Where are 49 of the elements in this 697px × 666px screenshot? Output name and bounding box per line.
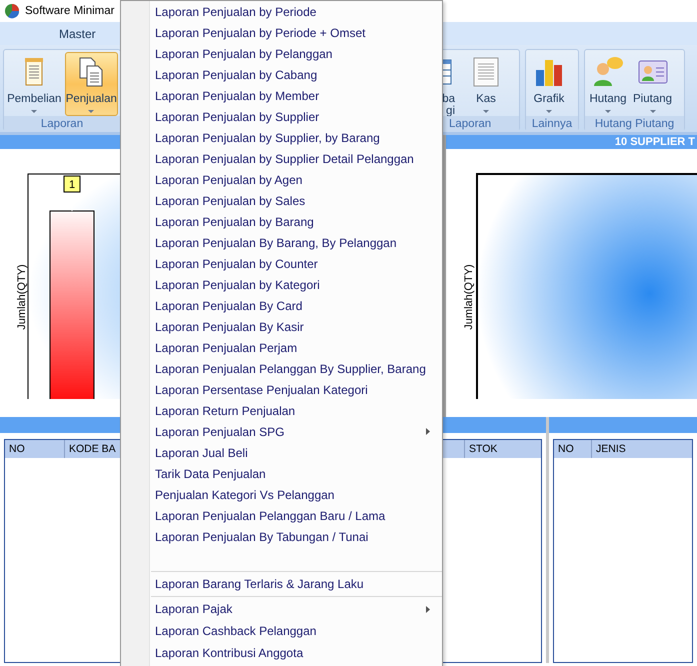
menu-item[interactable]: Laporan Penjualan by Kategori: [121, 274, 442, 295]
group-label: Laporan: [4, 116, 120, 132]
column-header[interactable]: STOK: [465, 440, 541, 458]
menu-item[interactable]: Laporan Penjualan by Periode + Omset: [121, 22, 442, 43]
group-label: Lainnya: [526, 116, 578, 132]
menu-item[interactable]: Laporan Jual Beli: [121, 442, 442, 463]
menu-item[interactable]: Laporan Penjualan by Agen: [121, 169, 442, 190]
ribbon-tab[interactable]: Master: [57, 26, 98, 40]
pie-chart-icon: [4, 3, 20, 19]
data-label: 1: [64, 176, 80, 192]
menu-item[interactable]: Laporan Cashback Pelanggan: [121, 620, 442, 642]
column-header[interactable]: NO: [554, 440, 592, 458]
menu-item[interactable]: Laporan Penjualan SPG: [121, 421, 442, 442]
menu-item[interactable]: Laporan Penjualan By Card: [121, 295, 442, 316]
menu-item[interactable]: Laporan Penjualan Perjam: [121, 337, 442, 358]
column-header[interactable]: JENIS: [592, 440, 692, 458]
menu-item[interactable]: Tarik Data Penjualan: [121, 463, 442, 484]
menu-item[interactable]: Laporan Penjualan by Member: [121, 85, 442, 106]
panel-title: 10 SUPPLIER T: [614, 136, 695, 148]
person-chat-icon: [592, 56, 624, 88]
menu-item[interactable]: Laporan Penjualan Pelanggan Baru / Lama: [121, 505, 442, 526]
menu-item[interactable]: Laporan Penjualan By Kasir: [121, 316, 442, 337]
ribbon-button[interactable]: Piutang: [631, 52, 674, 116]
menu-item[interactable]: Laporan Penjualan by Cabang: [121, 64, 442, 85]
menu-item[interactable]: Laporan Return Penjualan: [121, 400, 442, 421]
menu-item[interactable]: Laporan Pajak: [121, 598, 442, 620]
menu-item[interactable]: Laporan Penjualan by Pelanggan: [121, 43, 442, 64]
menu-item[interactable]: Laporan Penjualan by Sales: [121, 190, 442, 211]
menu-item[interactable]: Laporan Kontribusi Anggota: [121, 642, 442, 664]
menu-item[interactable]: Laporan Penjualan Pelanggan By Supplier, Barang: [121, 358, 442, 379]
menu-item[interactable]: Laporan Barang Terlaris & Jarang Laku: [121, 573, 442, 595]
ribbon-button[interactable]: Penjualan: [64, 52, 118, 116]
window-title: Software Minimar: [25, 5, 114, 17]
menu-item[interactable]: Laporan Penjualan By Barang, By Pelanggan: [121, 232, 442, 253]
ribbon-button[interactable]: Kas: [465, 52, 507, 116]
axis-label: Jumlah(QTY): [16, 264, 28, 330]
menu-item[interactable]: Laporan Penjualan by Counter: [121, 253, 442, 274]
menu-item[interactable]: Laporan Persentase Penjualan Kategori: [121, 379, 442, 400]
axis-label: Jumlah(QTY): [463, 264, 475, 330]
menu-item[interactable]: Laporan Penjualan by Periode: [121, 1, 442, 22]
ribbon-button[interactable]: Hutang: [587, 52, 629, 116]
menu-item[interactable]: Laporan Penjualan by Supplier Detail Pelanggan: [121, 148, 442, 169]
menu-item[interactable]: Laporan Penjualan By Tabungan / Tunai: [121, 526, 442, 547]
menu-item[interactable]: Laporan Penjualan by Barang: [121, 211, 442, 232]
column-header[interactable]: NO: [5, 440, 65, 458]
ribbon-button[interactable]: Grafik: [528, 52, 570, 116]
menu-item[interactable]: Penjualan Kategori Vs Pelanggan: [121, 484, 442, 505]
group-label: Hutang Piutang: [585, 116, 684, 132]
ribbon-button[interactable]: Pembelian: [6, 52, 63, 116]
